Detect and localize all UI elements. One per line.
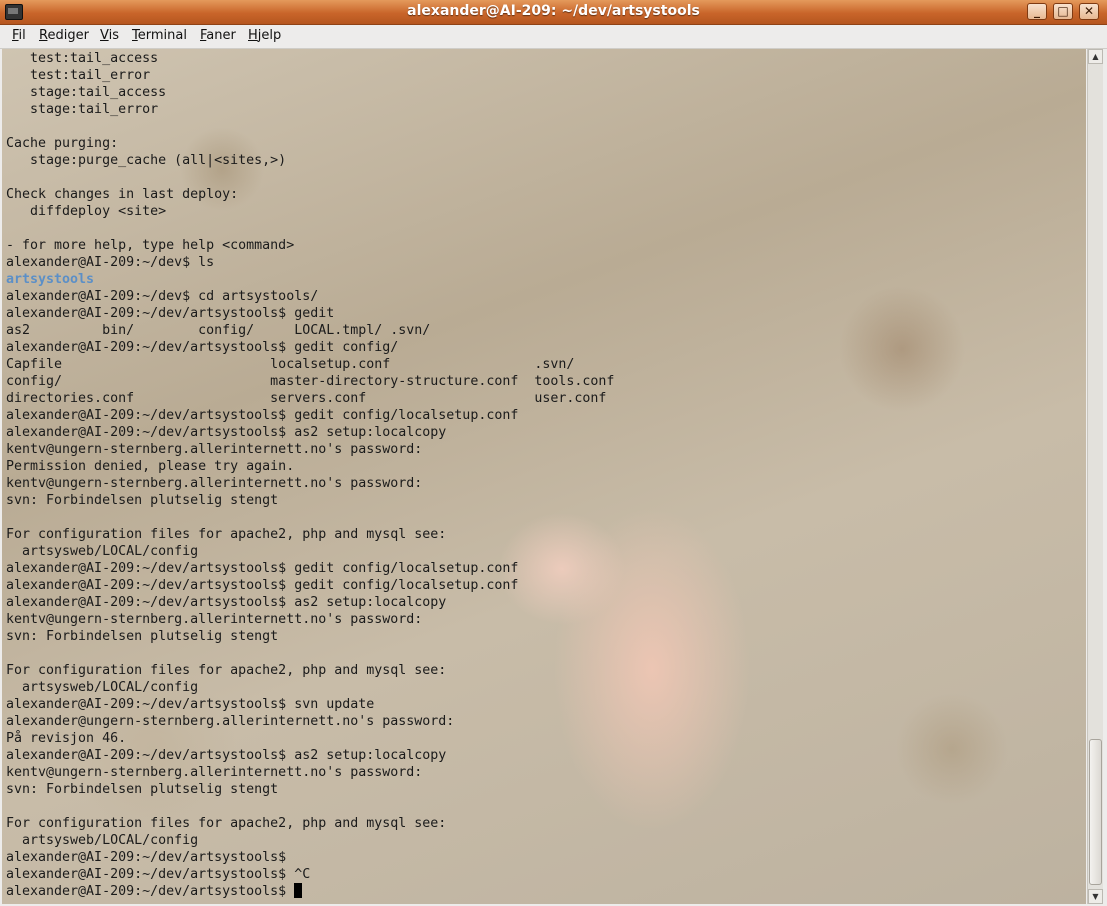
terminal-line: svn: Forbindelsen plutselig stengt — [6, 629, 279, 644]
terminal-line: stage:tail_access — [6, 85, 167, 100]
terminal-line: kentv@ungern-sternberg.allerinternett.no… — [6, 476, 423, 491]
terminal-line: config/ master-directory-structure.conf … — [6, 374, 615, 389]
menu-terminal[interactable]: Terminal — [132, 28, 187, 43]
scroll-up-arrow-icon[interactable]: ▲ — [1088, 49, 1103, 64]
terminal-line: alexander@AI-209:~/dev/artsystools$ as2 … — [6, 748, 447, 763]
maximize-button[interactable]: □ — [1053, 3, 1073, 20]
terminal-line: alexander@AI-209:~/dev/artsystools$ as2 … — [6, 595, 447, 610]
terminal-line: alexander@AI-209:~/dev/artsystools$ gedi… — [6, 408, 519, 423]
menu-bar: Fil Rediger Vis Terminal Faner Hjelp — [0, 25, 1107, 49]
terminal-line: Check changes in last deploy: — [6, 187, 239, 202]
terminal-line: artsysweb/LOCAL/config — [6, 833, 199, 848]
terminal-viewport[interactable]: test:tail_access test:tail_error stage:t… — [2, 49, 1086, 904]
terminal-line: Cache purging: — [6, 136, 119, 151]
terminal-line: diffdeploy <site> — [6, 204, 167, 219]
terminal-line: For configuration files for apache2, php… — [6, 663, 447, 678]
terminal-line: stage:tail_error — [6, 102, 159, 117]
terminal-line: På revisjon 46. — [6, 731, 127, 746]
minimize-button[interactable]: _ — [1027, 3, 1047, 20]
terminal-line: kentv@ungern-sternberg.allerinternett.no… — [6, 612, 423, 627]
menu-tabs[interactable]: Faner — [200, 28, 236, 43]
terminal-line: svn: Forbindelsen plutselig stengt — [6, 493, 279, 508]
terminal-line: as2 bin/ config/ LOCAL.tmpl/ .svn/ — [6, 323, 431, 338]
terminal-line: alexander@AI-209:~/dev$ ls — [6, 255, 215, 270]
terminal-line: alexander@ungern-sternberg.allerinternet… — [6, 714, 455, 729]
terminal-line: kentv@ungern-sternberg.allerinternett.no… — [6, 765, 423, 780]
terminal-line: alexander@AI-209:~/dev/artsystools$ as2 … — [6, 425, 447, 440]
terminal-line: kentv@ungern-sternberg.allerinternett.no… — [6, 442, 423, 457]
terminal-line: alexander@AI-209:~/dev/artsystools$ ^C — [6, 867, 311, 882]
terminal-line: stage:purge_cache (all|<sites,>) — [6, 153, 287, 168]
scroll-down-arrow-icon[interactable]: ▼ — [1088, 889, 1103, 904]
terminal-line: alexander@AI-209:~/dev/artsystools$ — [6, 850, 287, 865]
terminal-window: alexander@AI-209: ~/dev/artsystools _ □ … — [0, 0, 1107, 906]
vertical-scrollbar[interactable]: ▲ ▼ — [1087, 49, 1103, 904]
text-cursor — [294, 883, 303, 898]
terminal-line: alexander@AI-209:~/dev/artsystools$ gedi… — [6, 561, 519, 576]
menu-file[interactable]: Fil — [12, 28, 26, 43]
terminal-line: alexander@AI-209:~/dev/artsystools$ gedi… — [6, 306, 335, 321]
terminal-line: - for more help, type help <command> — [6, 238, 295, 253]
menu-view[interactable]: Vis — [100, 28, 119, 43]
terminal-line: artsystools — [6, 272, 95, 287]
terminal-line: Permission denied, please try again. — [6, 459, 295, 474]
terminal-line: directories.conf servers.conf user.conf — [6, 391, 607, 406]
terminal-output[interactable]: test:tail_access test:tail_error stage:t… — [6, 50, 614, 900]
terminal-line: test:tail_access — [6, 51, 159, 66]
menu-help[interactable]: Hjelp — [248, 28, 281, 43]
terminal-line: artsysweb/LOCAL/config — [6, 680, 199, 695]
terminal-line: alexander@AI-209:~/dev/artsystools$ svn … — [6, 697, 375, 712]
terminal-line: alexander@AI-209:~/dev/artsystools$ gedi… — [6, 340, 399, 355]
terminal-line: For configuration files for apache2, php… — [6, 816, 447, 831]
terminal-line: test:tail_error — [6, 68, 151, 83]
window-title: alexander@AI-209: ~/dev/artsystools — [407, 3, 700, 19]
terminal-line: svn: Forbindelsen plutselig stengt — [6, 782, 279, 797]
menu-edit[interactable]: Rediger — [39, 28, 89, 43]
terminal-line: alexander@AI-209:~/dev/artsystools$ gedi… — [6, 578, 519, 593]
terminal-line: alexander@AI-209:~/dev/artsystools$ — [6, 883, 614, 900]
title-bar[interactable]: alexander@AI-209: ~/dev/artsystools _ □ … — [0, 0, 1107, 25]
terminal-line: alexander@AI-209:~/dev$ cd artsystools/ — [6, 289, 319, 304]
terminal-line: For configuration files for apache2, php… — [6, 527, 447, 542]
terminal-line: Capfile localsetup.conf .svn/ — [6, 357, 575, 372]
scrollbar-thumb[interactable] — [1089, 739, 1102, 885]
close-button[interactable]: ✕ — [1079, 3, 1099, 20]
terminal-line: artsysweb/LOCAL/config — [6, 544, 199, 559]
